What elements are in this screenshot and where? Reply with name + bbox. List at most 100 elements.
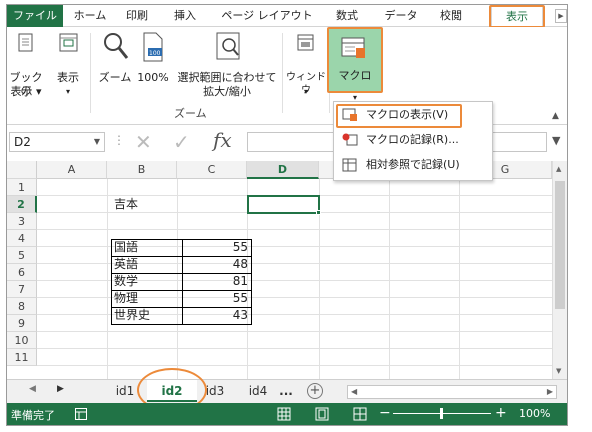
book-view-icon	[18, 33, 33, 52]
tab-home[interactable]: ホーム	[69, 5, 111, 27]
zoom-label: ズーム	[98, 71, 132, 84]
tab-review[interactable]: 校閲	[431, 5, 471, 27]
name-box[interactable]: D2 ▼	[9, 132, 105, 152]
zoom-100-label: 100%	[137, 71, 169, 84]
zoom-level[interactable]: 100%	[519, 407, 550, 420]
tab-print[interactable]: 印刷	[117, 5, 157, 27]
tab-formulas[interactable]: 数式	[327, 5, 367, 27]
window-button[interactable]: ウィンドウ ▾	[285, 31, 327, 103]
page-break-preview-icon[interactable]	[353, 407, 367, 421]
tab-data[interactable]: データ	[377, 5, 425, 27]
normal-view-icon[interactable]	[277, 407, 291, 421]
zoom-selection-label-1: 選択範囲に合わせて	[177, 71, 277, 84]
table-cell-subject[interactable]: 英語	[111, 256, 181, 273]
table-cell-score[interactable]: 55	[183, 290, 251, 307]
gridline	[37, 331, 552, 332]
table-cell-subject[interactable]: 世界史	[111, 307, 181, 324]
table-cell-score[interactable]: 48	[183, 256, 251, 273]
row-header[interactable]: 3	[7, 213, 37, 230]
column-header-b[interactable]: B	[107, 161, 177, 179]
expand-formula-bar-icon[interactable]: ▼	[552, 134, 560, 147]
show-icon	[59, 33, 78, 52]
fill-handle[interactable]	[316, 210, 321, 215]
sheet-next-icon[interactable]: ▶	[57, 384, 64, 394]
gridline	[37, 365, 552, 366]
table-cell-subject[interactable]: 国語	[111, 239, 181, 256]
row-header[interactable]: 10	[7, 332, 37, 349]
scroll-left-icon[interactable]: ◀	[351, 386, 357, 398]
macro-button-highlight	[327, 27, 383, 93]
gridline	[107, 179, 108, 379]
scroll-down-icon[interactable]: ▼	[556, 367, 561, 375]
window-dropdown-icon: ▾	[303, 87, 308, 96]
horizontal-scrollbar[interactable]: ◀ ▶	[347, 385, 557, 399]
macro-menu: マクロの表示(V) マクロの記録(R)... 相対参照で記録(U)	[333, 101, 493, 181]
table-cell-score[interactable]: 43	[183, 307, 251, 324]
cancel-icon[interactable]: ✕	[135, 130, 152, 154]
row-header[interactable]: 6	[7, 264, 37, 281]
menu-item-relative-reference[interactable]: 相対参照で記録(U)	[334, 154, 492, 176]
excel-window: ファイル ホーム 印刷 挿入 ページ レイアウト 数式 データ 校閲 表示 ▶ …	[6, 4, 568, 426]
scroll-right-icon[interactable]: ▶	[547, 386, 553, 398]
column-header-c[interactable]: C	[177, 161, 247, 179]
zoom-button[interactable]: ズーム	[95, 31, 135, 91]
formula-bar-grip-icon[interactable]: ⋮	[113, 133, 125, 147]
zoom-100-icon: 100	[143, 32, 163, 62]
menu-item-label: マクロの記録(R)...	[366, 133, 459, 146]
macro-record-icon	[342, 133, 358, 146]
selected-cell-d2[interactable]	[247, 195, 320, 214]
row-header[interactable]: 5	[7, 247, 37, 264]
scroll-thumb[interactable]	[555, 181, 565, 309]
collapse-ribbon-icon[interactable]: ▲	[552, 111, 559, 121]
status-ready: 準備完了	[11, 409, 55, 422]
book-view-button[interactable]: ブックの 表示 ▾	[9, 31, 43, 103]
zoom-to-selection-button[interactable]: 選択範囲に合わせて 拡大/縮小	[173, 31, 281, 103]
row-header[interactable]: 1	[7, 179, 37, 196]
page-layout-view-icon[interactable]	[315, 407, 329, 421]
insert-function-icon[interactable]: fx	[213, 128, 232, 152]
row-header[interactable]: 9	[7, 315, 37, 332]
show-dropdown-icon: ▾	[65, 87, 70, 96]
menu-item-record-macro[interactable]: マクロの記録(R)...	[334, 129, 492, 151]
worksheet-grid[interactable]: A B C D E F G 1 2 3 4 5 6 7 8 9 10 11	[7, 161, 552, 379]
macro-recording-icon[interactable]	[75, 408, 87, 420]
more-sheets-button[interactable]: ...	[277, 380, 295, 402]
select-all-corner[interactable]	[7, 161, 37, 179]
group-separator	[90, 33, 91, 113]
row-header[interactable]: 4	[7, 230, 37, 247]
formula-buttons: ✕ ✓ fx	[129, 128, 249, 154]
enter-icon[interactable]: ✓	[173, 130, 190, 154]
table-cell-score[interactable]: 81	[183, 273, 251, 290]
row-header[interactable]: 8	[7, 298, 37, 315]
column-header-a[interactable]: A	[37, 161, 107, 179]
tab-view-highlight	[489, 5, 545, 28]
sheet-tab-id4[interactable]: id4	[241, 380, 275, 402]
row-header[interactable]: 11	[7, 349, 37, 366]
gridline	[459, 179, 460, 379]
menu-item-label: 相対参照で記録(U)	[366, 158, 460, 171]
row-header[interactable]: 2	[7, 196, 37, 213]
row-header[interactable]: 7	[7, 281, 37, 298]
name-box-dropdown-icon[interactable]: ▼	[94, 133, 100, 151]
sheet-prev-icon[interactable]: ◀	[29, 384, 36, 394]
column-header-d[interactable]: D	[247, 161, 319, 179]
view-macros-highlight	[336, 104, 462, 128]
magnifier-icon	[104, 33, 129, 59]
zoom-100-button[interactable]: 100 100%	[135, 31, 171, 91]
show-button[interactable]: 表示 ▾	[51, 31, 85, 103]
table-cell-score[interactable]: 55	[183, 239, 251, 256]
add-sheet-icon[interactable]: +	[307, 383, 323, 399]
tab-file[interactable]: ファイル	[7, 5, 63, 27]
zoom-out-button[interactable]: −	[379, 405, 391, 421]
scroll-up-icon[interactable]: ▲	[556, 165, 561, 173]
zoom-in-button[interactable]: +	[495, 405, 507, 421]
cell-b2[interactable]: 吉本	[111, 196, 177, 213]
table-cell-subject[interactable]: 物理	[111, 290, 181, 307]
gridline	[389, 179, 390, 379]
vertical-scrollbar[interactable]: ▲ ▼	[552, 161, 567, 379]
zoom-slider-thumb[interactable]	[440, 408, 443, 419]
tab-insert[interactable]: 挿入	[165, 5, 205, 27]
tab-page-layout[interactable]: ページ レイアウト	[213, 5, 321, 27]
tab-scroll-right-icon[interactable]: ▶	[555, 9, 567, 23]
table-cell-subject[interactable]: 数学	[111, 273, 181, 290]
